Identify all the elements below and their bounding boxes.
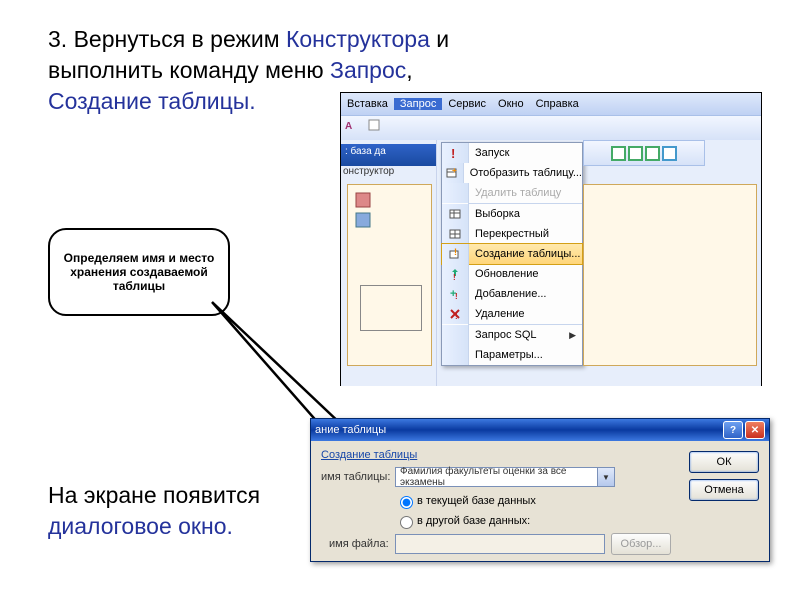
svg-text:+: + (452, 166, 457, 175)
submenu-arrow-icon: ▶ (569, 330, 576, 341)
menu-item-select[interactable]: Выборка (442, 204, 582, 224)
menu-item-label: Перекрестный (469, 228, 582, 240)
svg-text:A: A (345, 121, 352, 132)
menu-vstavka[interactable]: Вставка (341, 98, 394, 110)
browse-button: Обзор... (611, 533, 671, 555)
right-toolbar (583, 140, 705, 166)
thumbnail (360, 285, 422, 331)
menu-item-update[interactable]: ! Обновление (442, 264, 582, 284)
menu-item-make-table[interactable]: ! Создание таблицы... (441, 243, 583, 265)
left-frame (347, 184, 432, 366)
toolbar: A (341, 115, 761, 140)
name-label: имя таблицы: (321, 471, 395, 483)
append-icon: +! (442, 284, 469, 304)
menu-item-label: Создание таблицы... (469, 248, 582, 260)
show-table-icon: + (442, 163, 464, 183)
menu-spravka[interactable]: Справка (530, 98, 585, 110)
crosstab-icon (442, 224, 469, 244)
right-panel: ! Запуск + Отобразить таблицу... Удалить таб… (437, 140, 761, 386)
svg-text:!: ! (455, 312, 458, 321)
menu-item-label: Запуск (469, 147, 582, 159)
menu-item-crosstab[interactable]: Перекрестный (442, 224, 582, 244)
svg-text:!: ! (454, 247, 457, 257)
svg-text:!: ! (455, 292, 458, 301)
menu-item-label: Выборка (469, 208, 582, 220)
menu-item-label: Удалить таблицу (469, 187, 582, 199)
file-label: имя файла: (329, 538, 395, 550)
dialog-titlebar: ание таблицы ? ✕ (311, 419, 769, 441)
help-icon[interactable]: ? (723, 421, 743, 439)
make-table-icon: ! (442, 244, 469, 264)
menu-item-Запрос SQL[interactable]: Запрос SQL▶ (442, 325, 582, 345)
blank-icon (442, 345, 469, 365)
file-name-input (395, 534, 605, 554)
table-name-combo[interactable]: Фамилия факультеты оценки за все экзамен… (395, 467, 615, 487)
zapros-dropdown: ! Запуск + Отобразить таблицу... Удалить таб… (441, 142, 583, 366)
select-icon (442, 204, 469, 224)
access-window-screenshot: Вставка Запрос Сервис Окно Справка A : б… (340, 92, 762, 386)
radio-other-db[interactable]: в другой базе данных: (395, 513, 759, 529)
ok-button[interactable]: ОК (689, 451, 759, 473)
menu-item-Удалить таблицу: Удалить таблицу (442, 183, 582, 203)
menu-okno[interactable]: Окно (492, 98, 530, 110)
svg-text:!: ! (453, 273, 456, 281)
left-panel: : база да онструктор (341, 140, 437, 386)
right-frame (583, 184, 757, 366)
svg-text:!: ! (451, 146, 455, 160)
blank-icon (442, 325, 469, 345)
callout-bubble: Определяем имя и место хранения создавае… (48, 228, 230, 316)
run-icon: ! (442, 143, 469, 163)
menu-item-show-table[interactable]: + Отобразить таблицу... (442, 163, 582, 183)
menu-item-append[interactable]: +!Добавление... (442, 284, 582, 304)
menu-item-label: Запрос SQL (469, 329, 569, 341)
menu-item-label: Удаление (469, 308, 582, 320)
menu-item-label: Отобразить таблицу... (464, 167, 582, 179)
menu-item-delete[interactable]: ! Удаление (442, 304, 582, 324)
delete-icon: ! (442, 304, 469, 324)
view-label-left: онструктор (343, 166, 394, 177)
menu-item-label: Параметры... (469, 349, 582, 361)
cancel-button[interactable]: Отмена (689, 479, 759, 501)
menu-bar: Вставка Запрос Сервис Окно Справка (341, 93, 761, 115)
update-icon: ! (442, 264, 469, 284)
bottom-text: На экране появится диалоговое окно. (48, 480, 260, 542)
menu-servis[interactable]: Сервис (442, 98, 492, 110)
toolbar-icon[interactable]: A (343, 118, 363, 138)
create-table-dialog: ание таблицы ? ✕ Создание таблицы имя та… (310, 418, 770, 562)
db-title: : база да (341, 144, 436, 166)
blank-icon (442, 183, 469, 203)
menu-item-run[interactable]: ! Запуск (442, 143, 582, 163)
toolbar-icon[interactable] (367, 118, 387, 138)
close-icon[interactable]: ✕ (745, 421, 765, 439)
menu-item-label: Добавление... (469, 288, 582, 300)
menu-item-label: Обновление (469, 268, 582, 280)
menu-item-Параметры...[interactable]: Параметры... (442, 345, 582, 365)
menu-zapros[interactable]: Запрос (394, 98, 442, 110)
chevron-down-icon[interactable]: ▼ (597, 468, 614, 486)
